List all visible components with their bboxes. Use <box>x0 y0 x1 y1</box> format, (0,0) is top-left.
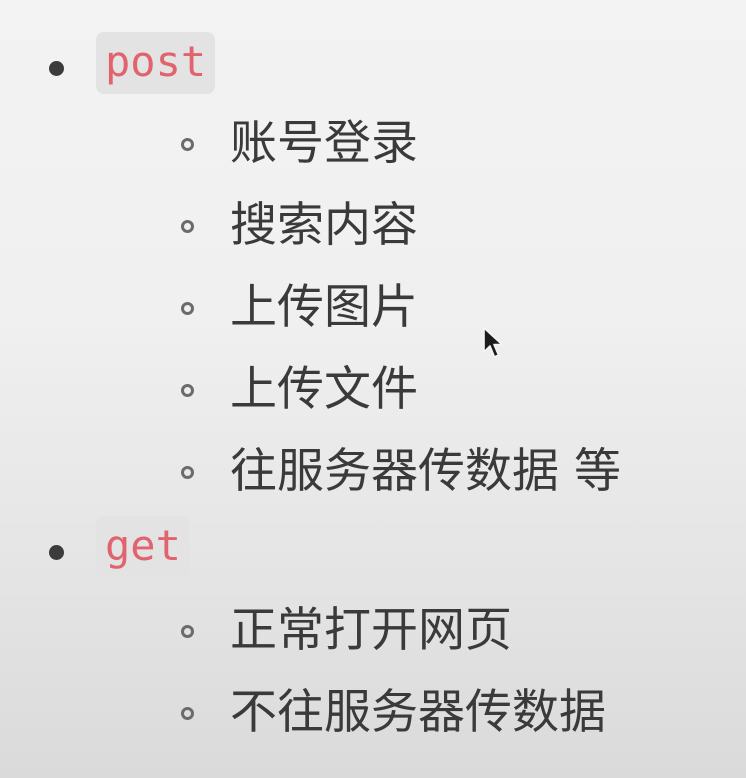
sub-list-item-text: 正常打开网页 <box>230 603 512 658</box>
sub-list-item: 账号登录 <box>0 106 746 188</box>
document-content: post 账号登录 搜索内容 上传图片 上传文件 往服务器传数据 等 get 正… <box>0 0 746 778</box>
sub-list-item: 上传文件 <box>0 352 746 434</box>
circle-bullet-icon <box>181 302 194 315</box>
sub-list-item: 上传图片 <box>0 270 746 352</box>
circle-bullet-icon <box>181 384 194 397</box>
sub-list-item-text: 不往服务器传数据 <box>230 685 606 740</box>
list-item-post: post <box>0 30 746 110</box>
sub-list-item-text: 往服务器传数据 等 <box>230 444 621 499</box>
sub-list-item-text: 上传图片 <box>230 280 418 335</box>
sub-list-item-text: 搜索内容 <box>230 198 418 253</box>
circle-bullet-icon <box>181 220 194 233</box>
mouse-pointer-icon <box>483 327 503 358</box>
inline-code-get: get <box>96 516 190 578</box>
sub-list-item: 正常打开网页 <box>0 593 746 675</box>
bullet-icon <box>49 61 64 76</box>
sub-list-item: 不往服务器传数据 <box>0 675 746 757</box>
circle-bullet-icon <box>181 138 194 151</box>
circle-bullet-icon <box>181 707 194 720</box>
bullet-icon <box>49 545 64 560</box>
inline-code-post: post <box>96 32 216 94</box>
list-item-get: get <box>0 514 746 594</box>
sub-list-item-text: 上传文件 <box>230 362 418 417</box>
circle-bullet-icon <box>181 625 194 638</box>
sub-list-item: 搜索内容 <box>0 188 746 270</box>
circle-bullet-icon <box>181 466 194 479</box>
sub-list-item-text: 账号登录 <box>230 116 418 171</box>
sub-list-item: 往服务器传数据 等 <box>0 434 746 516</box>
